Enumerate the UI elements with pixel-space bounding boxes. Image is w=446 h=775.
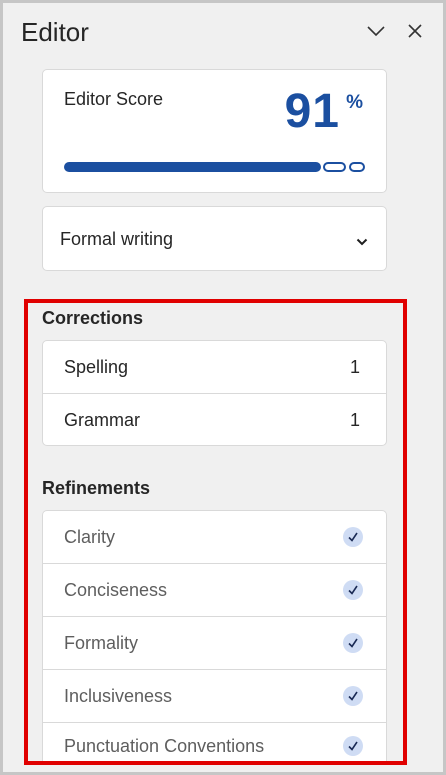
close-button[interactable] — [403, 19, 427, 43]
score-progress-bar — [64, 162, 365, 172]
score-progress-remaining-segment — [323, 162, 346, 172]
editor-score-value: 91 — [284, 85, 340, 138]
writing-mode-dropdown[interactable]: Formal writing — [42, 206, 387, 271]
collapse-button[interactable] — [364, 19, 388, 43]
close-icon — [407, 23, 423, 39]
chevron-down-icon — [366, 25, 386, 37]
pane-title: Editor — [21, 17, 89, 47]
score-progress-fill — [64, 162, 321, 172]
writing-mode-selected: Formal writing — [60, 229, 174, 249]
highlight-box — [24, 299, 407, 765]
score-progress-remaining-segment — [349, 162, 365, 172]
editor-score-label: Editor Score — [64, 89, 164, 109]
chevron-down-icon — [356, 233, 368, 251]
editor-score-card: Editor Score 91 % — [42, 69, 387, 193]
editor-pane: Editor Editor Score 91 % Formal writing … — [0, 0, 446, 775]
editor-score-unit: % — [346, 92, 363, 113]
